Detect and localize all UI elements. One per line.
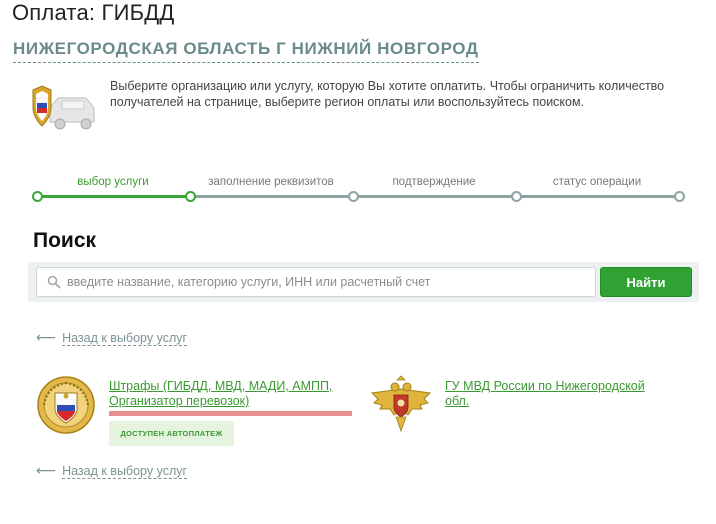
progress-steps: выбор услуги заполнение реквизитов подтв… bbox=[32, 176, 688, 206]
result-item-mvd: ГУ МВД России по Нижегородской обл. bbox=[368, 375, 668, 435]
result-link-fines[interactable]: Штрафы (ГИБДД, МВД, МАДИ, АМПП, Организа… bbox=[109, 379, 359, 409]
step-dot-1 bbox=[32, 191, 43, 202]
gibdd-emblem-icon[interactable] bbox=[36, 375, 96, 435]
step-select-service: выбор услуги bbox=[77, 176, 149, 188]
step-dot-4 bbox=[511, 191, 522, 202]
gibdd-car-icon bbox=[28, 84, 98, 136]
step-line-3 bbox=[353, 195, 516, 198]
step-operation-status: статус операции bbox=[552, 176, 642, 188]
autopay-badge: ДОСТУПЕН АВТОПЛАТЕЖ bbox=[109, 421, 234, 446]
back-to-services-link-top[interactable]: ⟵ Назад к выбору услуг bbox=[36, 329, 188, 346]
region-selector[interactable]: НИЖЕГОРОДСКАЯ ОБЛАСТЬ Г НИЖНИЙ НОВГОРОД bbox=[13, 39, 479, 63]
intro-text: Выберите организацию или услугу, которую… bbox=[110, 79, 665, 109]
back-link-label: Назад к выбору услуг bbox=[62, 464, 188, 479]
step-dot-5 bbox=[674, 191, 685, 202]
search-panel: Найти bbox=[28, 262, 699, 302]
back-to-services-link-bottom[interactable]: ⟵ Назад к выбору услуг bbox=[36, 462, 188, 479]
step-line-1 bbox=[37, 195, 190, 198]
search-button[interactable]: Найти bbox=[600, 267, 692, 297]
intro-block: Выберите организацию или услугу, которую… bbox=[28, 78, 688, 138]
search-field[interactable] bbox=[36, 267, 596, 297]
step-dot-3 bbox=[348, 191, 359, 202]
mvd-eagle-icon[interactable] bbox=[368, 375, 432, 435]
step-dot-2 bbox=[185, 191, 196, 202]
highlight-bar bbox=[109, 411, 352, 416]
search-input[interactable] bbox=[67, 268, 587, 296]
step-confirmation: подтверждение bbox=[392, 176, 476, 188]
result-item-fines: Штрафы (ГИБДД, МВД, МАДИ, АМПП, Организа… bbox=[36, 375, 359, 446]
step-line-2 bbox=[190, 195, 353, 198]
back-link-label: Назад к выбору услуг bbox=[62, 331, 188, 346]
step-fill-details: заполнение реквизитов bbox=[208, 176, 334, 188]
back-arrow-icon: ⟵ bbox=[36, 329, 57, 345]
search-heading: Поиск bbox=[33, 229, 97, 252]
page-title: Оплата: ГИБДД bbox=[12, 0, 175, 25]
step-line-4 bbox=[516, 195, 682, 198]
result-link-mvd[interactable]: ГУ МВД России по Нижегородской обл. bbox=[445, 379, 665, 409]
search-icon bbox=[47, 275, 61, 289]
back-arrow-icon: ⟵ bbox=[36, 462, 57, 478]
